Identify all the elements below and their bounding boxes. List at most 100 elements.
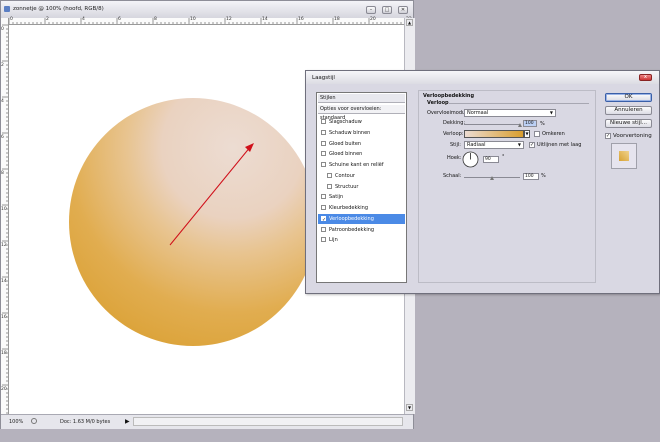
scale-slider-thumb[interactable] xyxy=(490,176,494,180)
angle-label: Hoek: xyxy=(447,155,462,161)
angle-unit: ° xyxy=(502,154,505,160)
ruler-vertical: 0246810121416182022 xyxy=(1,18,9,428)
opacity-input[interactable]: 100 xyxy=(523,120,537,127)
style-item-checkbox[interactable] xyxy=(321,119,326,124)
document-title-bar[interactable]: zonnetje @ 100% (hoofd, RGB/8) – □ ✕ xyxy=(1,1,413,19)
doc-size: Doc: 1.63 M/0 bytes xyxy=(60,419,111,425)
style-item-checkbox[interactable] xyxy=(321,205,326,210)
ruler-label-horizontal: 18 xyxy=(334,17,340,22)
style-item-checkbox[interactable] xyxy=(321,162,326,167)
status-info-icon[interactable] xyxy=(31,418,37,424)
style-item-checkbox[interactable] xyxy=(321,151,326,157)
blend-mode-select[interactable]: Normaal ▼ xyxy=(464,109,556,117)
style-item[interactable]: Structuur xyxy=(318,182,405,192)
opacity-slider[interactable] xyxy=(464,123,522,127)
dialog-title: Laagstijl xyxy=(312,75,335,81)
scroll-down-icon[interactable]: ▼ xyxy=(406,404,413,411)
ruler-label-horizontal: 12 xyxy=(226,17,232,22)
style-item[interactable]: Gloed binnen xyxy=(318,149,405,159)
ruler-label-horizontal: 10 xyxy=(190,17,196,22)
style-select[interactable]: Radiaal ▼ xyxy=(464,141,524,149)
opacity-slider-thumb[interactable] xyxy=(518,123,522,127)
ruler-label-horizontal: 0 xyxy=(10,17,13,22)
document-title: zonnetje @ 100% (hoofd, RGB/8) xyxy=(13,6,104,12)
ruler-label-vertical: 2 xyxy=(1,63,4,68)
style-item[interactable]: Contour xyxy=(318,171,405,181)
ruler-label-vertical: 8 xyxy=(1,171,4,176)
style-item-checkbox[interactable] xyxy=(327,172,332,178)
align-with-layer-label: Uitlijnen met laag xyxy=(537,142,582,148)
scale-unit: % xyxy=(541,173,546,179)
minimize-button[interactable]: – xyxy=(366,6,376,14)
preview-checkbox[interactable]: ✓ xyxy=(605,133,611,139)
reverse-label: Omkeren xyxy=(542,131,565,137)
horizontal-scrollbar[interactable] xyxy=(133,417,403,426)
style-item-checkbox[interactable] xyxy=(321,194,326,200)
zoom-level[interactable]: 100% xyxy=(9,419,23,425)
scale-label: Schaal: xyxy=(443,173,462,179)
opacity-unit: % xyxy=(540,121,545,127)
style-item-label: Patroonbedekking xyxy=(329,226,375,233)
style-item-checkbox[interactable] xyxy=(321,226,326,232)
style-item[interactable]: Slagschaduw xyxy=(318,117,405,127)
style-item[interactable]: Lijn xyxy=(318,235,405,245)
style-item[interactable]: Schaduw binnen xyxy=(318,128,405,138)
scale-slider[interactable] xyxy=(464,176,520,180)
chevron-down-icon: ▼ xyxy=(549,110,553,115)
style-item-label: Slagschaduw xyxy=(329,119,362,125)
style-item-checkbox[interactable] xyxy=(321,140,326,146)
gradient-dropdown-icon[interactable]: ▼ xyxy=(524,130,530,138)
style-item[interactable]: Patroonbedekking xyxy=(318,225,405,235)
ok-button[interactable]: OK xyxy=(605,93,652,102)
style-item-checkbox[interactable]: ✓ xyxy=(321,215,326,223)
ruler-label-horizontal: 8 xyxy=(154,17,157,22)
ruler-label-vertical: 14 xyxy=(1,279,7,284)
scroll-up-icon[interactable]: ▲ xyxy=(406,19,413,26)
ruler-label-vertical: 10 xyxy=(1,207,7,212)
gradient-overlay-options: Verloopbedekking Verloop Overvloeimodus:… xyxy=(418,90,596,283)
style-item[interactable]: ✓ Verloopbedekking xyxy=(318,213,405,224)
dialog-close-button[interactable]: x xyxy=(639,74,652,81)
style-item[interactable]: Gloed buiten xyxy=(318,139,405,149)
dialog-title-bar[interactable]: Laagstijl x xyxy=(306,71,659,84)
ruler-horizontal: 0246810121416182022 xyxy=(8,17,412,25)
style-item-label: Structuur xyxy=(335,183,359,190)
opacity-label: Dekking: xyxy=(443,120,466,126)
style-item-checkbox[interactable] xyxy=(321,237,326,243)
ruler-label-horizontal: 16 xyxy=(298,17,304,22)
style-item[interactable]: Satijn xyxy=(318,192,405,202)
blend-options-item[interactable]: Opties voor overvloeien: standaard xyxy=(318,105,405,121)
status-menu-arrow-icon[interactable]: ▶ xyxy=(125,418,130,425)
close-button[interactable]: ✕ xyxy=(398,6,408,14)
reverse-checkbox[interactable] xyxy=(534,131,540,137)
style-value: Radiaal xyxy=(467,142,486,148)
style-item-checkbox[interactable] xyxy=(327,183,332,189)
section-title: Verloopbedekking xyxy=(423,93,475,99)
ruler-label-vertical: 18 xyxy=(1,351,7,356)
style-item-checkbox[interactable] xyxy=(321,129,326,135)
maximize-button[interactable]: □ xyxy=(382,6,392,14)
style-item[interactable]: Schuine kant en reliëf xyxy=(318,160,405,170)
document-icon xyxy=(4,6,10,12)
ruler-label-vertical: 20 xyxy=(1,387,7,392)
cancel-button[interactable]: Annuleren xyxy=(605,106,652,115)
scale-input[interactable]: 100 xyxy=(523,173,539,180)
group-title: Verloop xyxy=(427,100,449,106)
gradient-sphere xyxy=(69,98,317,346)
style-item[interactable]: Kleurbedekking xyxy=(318,203,405,213)
ruler-ticks-horizontal xyxy=(8,18,402,24)
styles-header[interactable]: Stijlen xyxy=(318,94,405,103)
new-style-button[interactable]: Nieuwe stijl... xyxy=(605,119,652,128)
ruler-label-vertical: 12 xyxy=(1,243,7,248)
style-preview-swatch xyxy=(611,143,637,169)
ruler-label-horizontal: 14 xyxy=(262,17,268,22)
align-with-layer-checkbox[interactable]: ✓ xyxy=(529,142,535,148)
angle-input[interactable]: 90 xyxy=(483,156,499,163)
ruler-label-horizontal: 20 xyxy=(370,17,376,22)
style-label: Stijl: xyxy=(450,142,461,148)
gradient-picker[interactable] xyxy=(464,130,524,138)
ruler-label-vertical: 16 xyxy=(1,315,7,320)
style-item-label: Schaduw binnen xyxy=(329,129,371,136)
angle-dial[interactable] xyxy=(462,151,479,168)
group-divider xyxy=(449,103,589,104)
